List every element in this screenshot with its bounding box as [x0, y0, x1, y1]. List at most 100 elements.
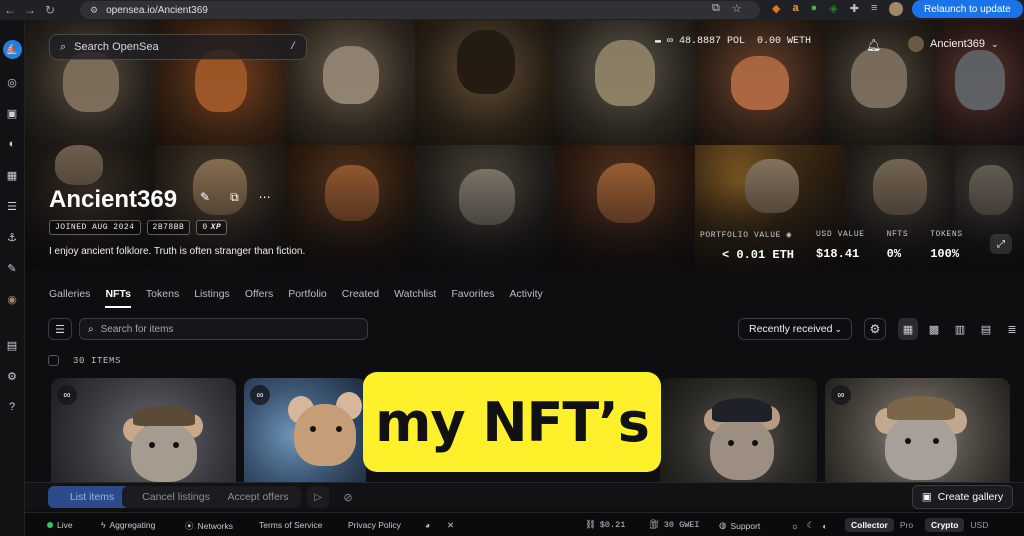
- account-avatar: [908, 36, 924, 52]
- tab-tokens[interactable]: Tokens: [146, 288, 179, 308]
- select-all-checkbox[interactable]: [48, 355, 59, 366]
- edit-pencil-icon[interactable]: ✎: [200, 190, 210, 205]
- sun-icon[interactable]: ☼: [791, 521, 799, 531]
- tab-offers[interactable]: Offers: [245, 288, 273, 308]
- nft-card[interactable]: [660, 378, 817, 482]
- stat-label: PORTFOLIO VALUE: [700, 231, 782, 240]
- mode-toggle[interactable]: Collector Pro: [845, 517, 919, 533]
- auto-theme-icon[interactable]: ◐: [822, 521, 827, 531]
- discord-icon[interactable]: ◕: [425, 520, 430, 530]
- sort-label: Recently received: [749, 323, 833, 335]
- extension-fox-icon[interactable]: ◆: [772, 2, 780, 16]
- studio-wand-icon[interactable]: ✎: [4, 260, 20, 276]
- docs-icon[interactable]: ▤: [4, 337, 20, 353]
- terms-link[interactable]: Terms of Service: [259, 520, 322, 530]
- anchor-icon[interactable]: ⚓: [4, 229, 20, 245]
- transfer-send-icon[interactable]: ▷: [307, 486, 329, 508]
- help-icon[interactable]: ?: [4, 399, 20, 415]
- tokens-circles-icon[interactable]: ◐: [4, 136, 20, 152]
- reload-icon[interactable]: ↻: [40, 0, 60, 20]
- filter-toggle-button[interactable]: ☰: [48, 318, 72, 340]
- status-bar: Live ϟ Aggregating ⦿ Networks Terms of Ser…: [25, 512, 1024, 536]
- tab-activity[interactable]: Activity: [510, 288, 543, 308]
- list-view-icon[interactable]: ▤: [976, 318, 996, 340]
- items-search-input[interactable]: ⌕ Search for items: [79, 318, 368, 340]
- extension-chrome-icon[interactable]: ●: [811, 2, 818, 16]
- browser-profile-avatar[interactable]: [889, 2, 904, 16]
- networks-link[interactable]: ⦿ Networks: [185, 520, 233, 532]
- joined-badge: JOINED AUG 2024: [49, 220, 141, 235]
- mode-collector[interactable]: Collector: [845, 518, 894, 532]
- currency-crypto[interactable]: Crypto: [925, 518, 965, 532]
- hide-eye-off-icon[interactable]: ⊘: [337, 486, 359, 508]
- tab-favorites[interactable]: Favorites: [451, 288, 494, 308]
- currency-usd[interactable]: USD: [964, 518, 994, 532]
- support-link[interactable]: ◍ Support: [719, 520, 760, 531]
- settings-gear-icon[interactable]: ⚙: [4, 368, 20, 384]
- address-badge[interactable]: 2B78BB: [146, 220, 191, 235]
- table-view-icon[interactable]: ≣: [1002, 318, 1022, 340]
- currency-toggle[interactable]: Crypto USD: [925, 517, 994, 533]
- aggregating-status[interactable]: ϟ Aggregating: [101, 520, 155, 530]
- live-label: Live: [57, 520, 73, 530]
- back-arrow-icon[interactable]: ←: [0, 0, 20, 20]
- bookmark-star-icon[interactable]: ☆: [732, 2, 742, 15]
- accept-offers-button[interactable]: Accept offers: [215, 486, 301, 508]
- tab-listings[interactable]: Listings: [194, 288, 230, 308]
- drops-calendar-icon[interactable]: ▦: [4, 167, 20, 183]
- tab-galleries[interactable]: Galleries: [49, 288, 90, 308]
- tab-nfts[interactable]: NFTs: [105, 288, 131, 308]
- cast-icon[interactable]: ⧉: [712, 2, 720, 15]
- grid-medium-icon[interactable]: ▩: [924, 318, 944, 340]
- cancel-listings-button[interactable]: Cancel listings: [122, 486, 230, 508]
- activity-list-icon[interactable]: ☰: [4, 198, 20, 214]
- mode-pro[interactable]: Pro: [894, 518, 919, 532]
- extensions-puzzle-icon[interactable]: ✚: [850, 2, 859, 16]
- tab-portfolio[interactable]: Portfolio: [288, 288, 327, 308]
- grid-large-icon[interactable]: ▦: [898, 318, 918, 340]
- create-gallery-button[interactable]: ▣ Create gallery: [912, 485, 1013, 509]
- nft-card[interactable]: ∞: [244, 378, 366, 482]
- address-bar[interactable]: ⚙ opensea.io/Ancient369: [80, 1, 760, 19]
- forward-arrow-icon[interactable]: →: [20, 0, 40, 20]
- relaunch-button[interactable]: Relaunch to update: [912, 0, 1023, 18]
- extension-a-icon[interactable]: a: [792, 2, 798, 16]
- tab-watchlist[interactable]: Watchlist: [394, 288, 436, 308]
- stat-value: 100%: [930, 247, 960, 261]
- collections-grid-icon[interactable]: ▣: [4, 105, 20, 121]
- grid-small-icon[interactable]: ▥: [950, 318, 970, 340]
- xp-badge: 0 XP: [196, 220, 228, 235]
- display-settings-gear-icon[interactable]: ⚙: [864, 318, 886, 340]
- moon-icon[interactable]: ☾: [807, 520, 815, 531]
- sort-dropdown[interactable]: Recently received ⌄: [738, 318, 852, 340]
- privacy-link[interactable]: Privacy Policy: [348, 520, 401, 530]
- url-text: opensea.io/Ancient369: [106, 4, 208, 16]
- notifications-bell-icon[interactable]: 🔔︎: [866, 38, 881, 52]
- tab-created[interactable]: Created: [342, 288, 379, 308]
- wallet-icon: ▬: [655, 36, 662, 47]
- stat-tokens: TOKENS 100%: [930, 230, 962, 262]
- nft-card[interactable]: ∞: [51, 378, 236, 482]
- x-twitter-icon[interactable]: ✕: [447, 520, 454, 531]
- profile-avatar-icon[interactable]: ◉: [4, 291, 20, 307]
- menu-lines-icon[interactable]: ≡: [871, 2, 877, 16]
- site-settings-icon[interactable]: ⚙: [90, 5, 98, 16]
- wallet-balances[interactable]: ▬ ∞ 48.8887 POL 0.00 WETH: [655, 36, 811, 47]
- opensea-logo-icon[interactable]: ⛵: [2, 40, 22, 59]
- live-status: Live: [47, 520, 73, 530]
- global-search-input[interactable]: ⌕ Search OpenSea /: [49, 34, 307, 60]
- filter-lines-icon: ☰: [55, 323, 65, 336]
- expand-arrows-icon[interactable]: ⤢: [990, 234, 1012, 254]
- more-dots-icon[interactable]: ⋯: [259, 190, 271, 205]
- profile-bio: I enjoy ancient folklore. Truth is often…: [49, 246, 306, 257]
- profile-name: Ancient369: [49, 186, 178, 213]
- xp-label: XP: [210, 223, 222, 232]
- nft-card[interactable]: ∞: [825, 378, 1010, 482]
- extension-green-icon[interactable]: ◈: [829, 2, 837, 16]
- discover-compass-icon[interactable]: ◎: [4, 74, 20, 90]
- copy-icon[interactable]: ⧉: [230, 190, 239, 205]
- account-menu[interactable]: Ancient369 ⌄: [908, 36, 999, 52]
- lightning-icon: ϟ: [101, 520, 106, 530]
- eye-icon[interactable]: ◉: [786, 231, 791, 240]
- view-mode-toggle: ▦ ▩ ▥ ▤ ≣: [898, 318, 1022, 340]
